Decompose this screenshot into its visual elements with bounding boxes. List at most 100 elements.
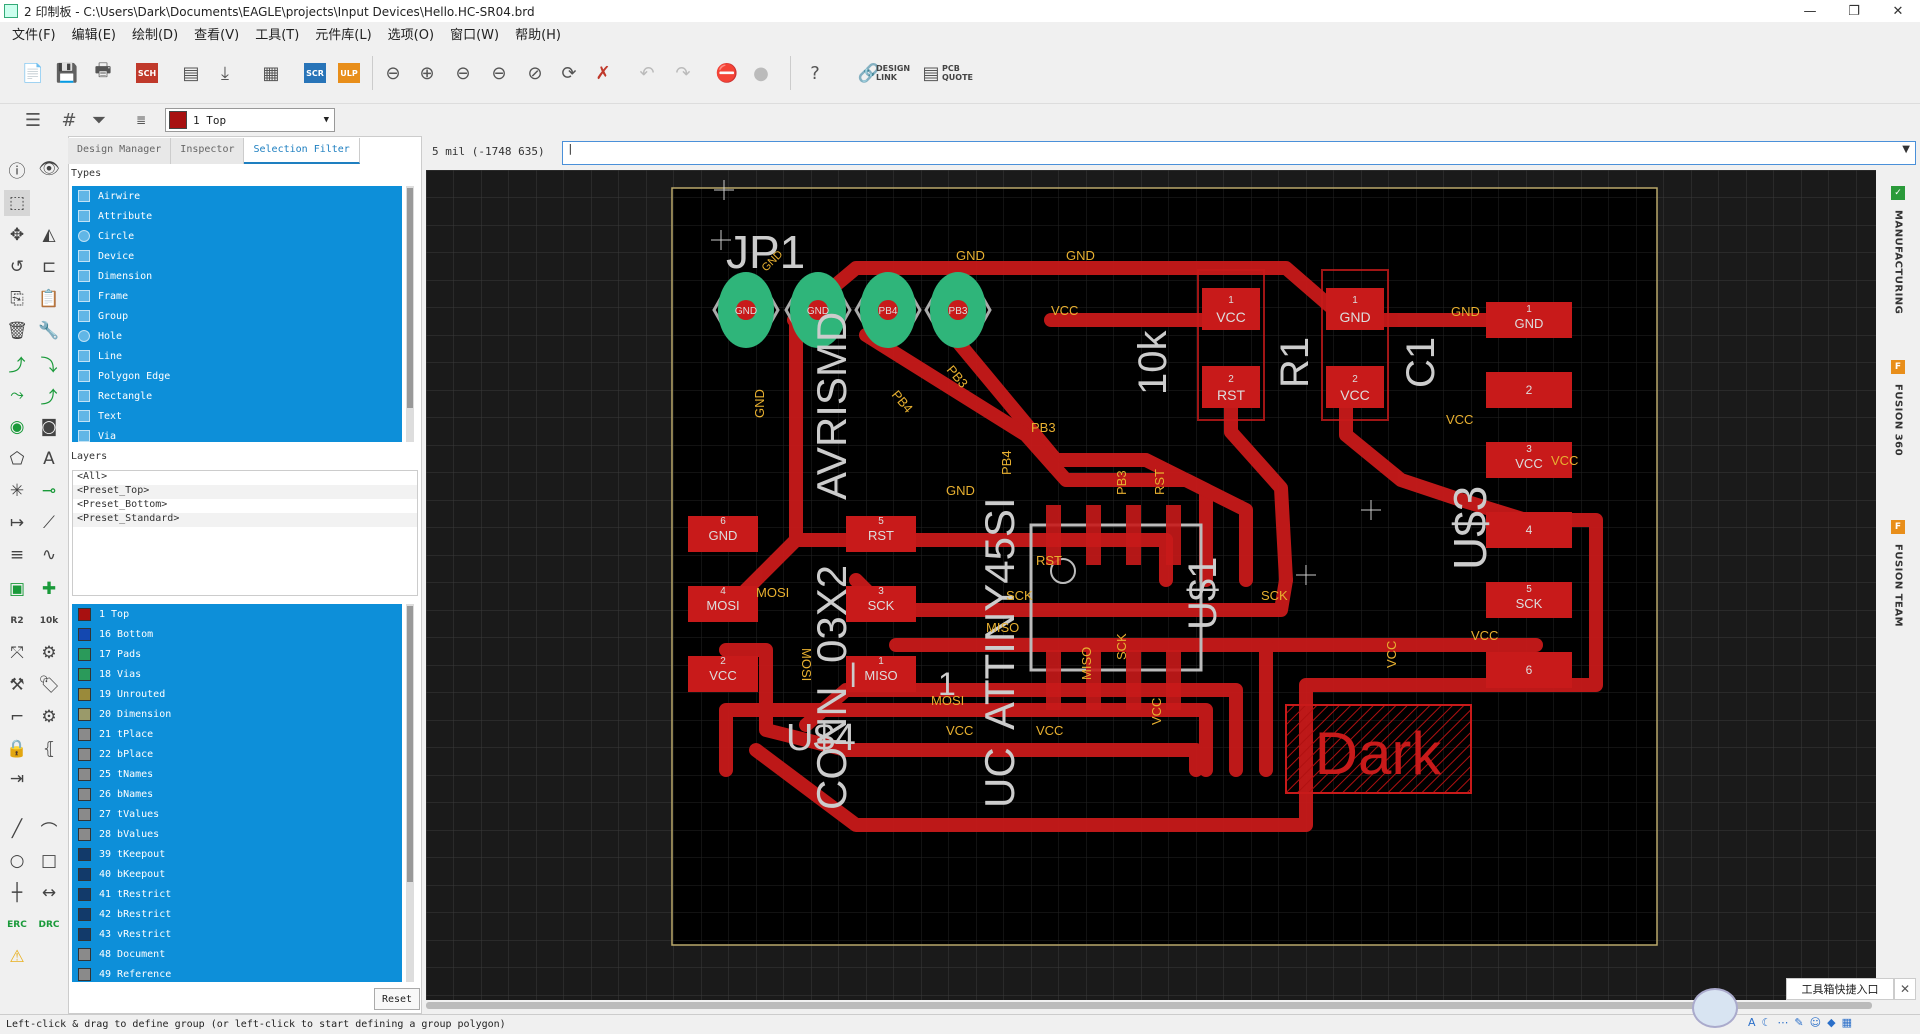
name-r2-icon[interactable]: R2 bbox=[4, 608, 30, 634]
move-icon[interactable]: ✥ bbox=[4, 222, 30, 248]
list-item[interactable]: Polygon Edge bbox=[72, 366, 402, 386]
zoom-in-icon[interactable]: ⊕ bbox=[414, 60, 440, 86]
ic-pad[interactable] bbox=[1166, 505, 1181, 565]
tab-selection-filter[interactable]: Selection Filter bbox=[244, 138, 360, 164]
scrollbar-thumb[interactable] bbox=[426, 1002, 1872, 1009]
close-icon[interactable]: ✕ bbox=[1894, 978, 1916, 1000]
route-diff-icon[interactable]: ⤵ bbox=[36, 350, 62, 376]
info-icon[interactable]: ⓘ bbox=[4, 156, 30, 182]
layer-list-item[interactable]: 48 Document bbox=[72, 944, 402, 964]
layer-list-item[interactable]: 42 bRestrict bbox=[72, 904, 402, 924]
open-icon[interactable]: 📄 bbox=[20, 60, 46, 86]
name-icon[interactable]: ↦ bbox=[4, 510, 30, 536]
split-icon[interactable]: ⚒ bbox=[4, 672, 30, 698]
layer-list-item[interactable]: 17 Pads bbox=[72, 644, 402, 664]
line-icon[interactable]: ╱ bbox=[4, 816, 30, 842]
toolbox-popup[interactable]: 工具箱快捷入口 bbox=[1786, 978, 1894, 1000]
settings-icon[interactable]: ✎ bbox=[1794, 1016, 1803, 1029]
menu-options[interactable]: 选项(O) bbox=[380, 24, 442, 43]
list-item[interactable]: Attribute bbox=[72, 206, 402, 226]
manufacturing-panel[interactable]: ✓ MANUFACTURING bbox=[1884, 186, 1912, 314]
types-list[interactable]: Airwire Attribute Circle Device Dimensio… bbox=[72, 186, 402, 442]
layer-settings-icon[interactable]: ☰ bbox=[20, 107, 46, 133]
layer-list-item[interactable]: 26 bNames bbox=[72, 784, 402, 804]
moon-icon[interactable]: ☾ bbox=[1762, 1016, 1772, 1029]
delete-icon[interactable]: 🗑 bbox=[4, 318, 30, 344]
arc-icon[interactable]: ⌒ bbox=[36, 816, 62, 842]
close-button[interactable]: ✕ bbox=[1876, 0, 1920, 22]
layer-list-item[interactable]: 40 bKeepout bbox=[72, 864, 402, 884]
attribute-icon[interactable]: 🏷 bbox=[36, 672, 62, 698]
list-item[interactable]: Hole bbox=[72, 326, 402, 346]
redraw-icon[interactable]: ⟳ bbox=[556, 60, 582, 86]
print-icon[interactable]: 🖶 bbox=[90, 60, 116, 86]
grid-icon[interactable]: ▦ bbox=[1842, 1016, 1852, 1029]
layers-scrollbar[interactable] bbox=[406, 604, 414, 982]
zoom-fit-icon[interactable]: ⊖ bbox=[380, 60, 406, 86]
menu-tools[interactable]: 工具(T) bbox=[247, 24, 307, 43]
line-draw-icon[interactable]: ⟋ bbox=[36, 510, 62, 536]
layer-list-item[interactable]: 41 tRestrict bbox=[72, 884, 402, 904]
ic-pad[interactable] bbox=[1046, 650, 1061, 710]
ripup-icon[interactable]: ⤳ bbox=[4, 382, 30, 408]
lines-icon[interactable]: ≡ bbox=[4, 542, 30, 568]
go-icon[interactable]: ● bbox=[748, 60, 774, 86]
dots-icon[interactable]: ⋯ bbox=[1777, 1016, 1788, 1029]
ic-pad[interactable] bbox=[1166, 650, 1181, 710]
list-item[interactable]: Dimension bbox=[72, 266, 402, 286]
list-item[interactable]: Circle bbox=[72, 226, 402, 246]
smile-icon[interactable]: ☺ bbox=[1810, 1016, 1821, 1029]
list-item[interactable]: Via bbox=[72, 426, 402, 442]
smash-icon[interactable]: ⤧ bbox=[4, 640, 30, 666]
wire-icon[interactable]: ⊸ bbox=[36, 478, 62, 504]
tab-inspector[interactable]: Inspector bbox=[171, 138, 245, 164]
pcb-quote-icon[interactable]: ▤ bbox=[918, 60, 944, 86]
help-icon[interactable]: ? bbox=[802, 60, 828, 86]
ulp-button[interactable]: ULP bbox=[336, 60, 362, 86]
layer-list-item[interactable]: 27 tValues bbox=[72, 804, 402, 824]
layer-select[interactable]: 1 Top ▼ bbox=[165, 108, 335, 132]
paste-icon[interactable]: 📋 bbox=[36, 286, 62, 312]
add-part-icon[interactable]: ▣ bbox=[4, 576, 30, 602]
copy-icon[interactable]: ⎘ bbox=[4, 286, 30, 312]
layer-list-item[interactable]: 1 Top bbox=[72, 604, 402, 624]
grid-icon[interactable]: # bbox=[56, 107, 82, 133]
undo-icon[interactable]: ↶ bbox=[634, 60, 660, 86]
hole-icon[interactable]: ◙ bbox=[36, 414, 62, 440]
scrollbar-thumb[interactable] bbox=[407, 606, 413, 882]
rectangle-icon[interactable]: □ bbox=[36, 848, 62, 874]
layer-list-item[interactable]: 21 tPlace bbox=[72, 724, 402, 744]
layer-list-item[interactable]: 49 Reference bbox=[72, 964, 402, 982]
mirror-icon[interactable]: ◭ bbox=[36, 222, 62, 248]
list-item[interactable]: Airwire bbox=[72, 186, 402, 206]
fusion360-panel[interactable]: F FUSION 360 bbox=[1884, 360, 1912, 456]
layer-list-item[interactable]: 20 Dimension bbox=[72, 704, 402, 724]
route-icon[interactable]: ⤴ bbox=[4, 350, 30, 376]
input-icon[interactable]: A bbox=[1748, 1016, 1756, 1029]
restore-button[interactable]: ❐ bbox=[1832, 0, 1876, 22]
filter-icon[interactable]: ⏷ bbox=[86, 107, 112, 133]
warning-icon[interactable]: ⚠ bbox=[4, 944, 30, 970]
text-icon[interactable]: A bbox=[36, 446, 62, 472]
pcb-layout[interactable]: GND GND PB4 PB3 GND 6 GND 4 MOSI 2 VCC 5… bbox=[426, 170, 1876, 1000]
ic-pad[interactable] bbox=[1086, 505, 1101, 565]
change-icon[interactable]: ⚙ bbox=[36, 640, 62, 666]
schematic-button[interactable]: SCH bbox=[134, 60, 160, 86]
preset-list[interactable]: <All> <Preset_Top> <Preset_Bottom> <Pres… bbox=[72, 470, 418, 596]
minimize-button[interactable]: — bbox=[1788, 0, 1832, 22]
list-item[interactable]: Line bbox=[72, 346, 402, 366]
ic-pad[interactable] bbox=[1126, 505, 1141, 565]
layer-list-item[interactable]: 16 Bottom bbox=[72, 624, 402, 644]
menu-view[interactable]: 查看(V) bbox=[186, 24, 247, 43]
circle-icon[interactable]: ○ bbox=[4, 848, 30, 874]
list-item[interactable]: Text bbox=[72, 406, 402, 426]
menu-edit[interactable]: 编辑(E) bbox=[64, 24, 124, 43]
menu-help[interactable]: 帮助(H) bbox=[507, 24, 569, 43]
fusion-team-panel[interactable]: F FUSION TEAM bbox=[1884, 520, 1912, 627]
via-icon[interactable]: ◉ bbox=[4, 414, 30, 440]
reset-button[interactable]: Reset bbox=[374, 988, 420, 1010]
zoom-last-icon[interactable]: ⊘ bbox=[522, 60, 548, 86]
mark-icon[interactable]: ┼ bbox=[4, 880, 30, 906]
zoom-out-icon[interactable]: ⊖ bbox=[450, 60, 476, 86]
types-scrollbar[interactable] bbox=[406, 186, 414, 442]
